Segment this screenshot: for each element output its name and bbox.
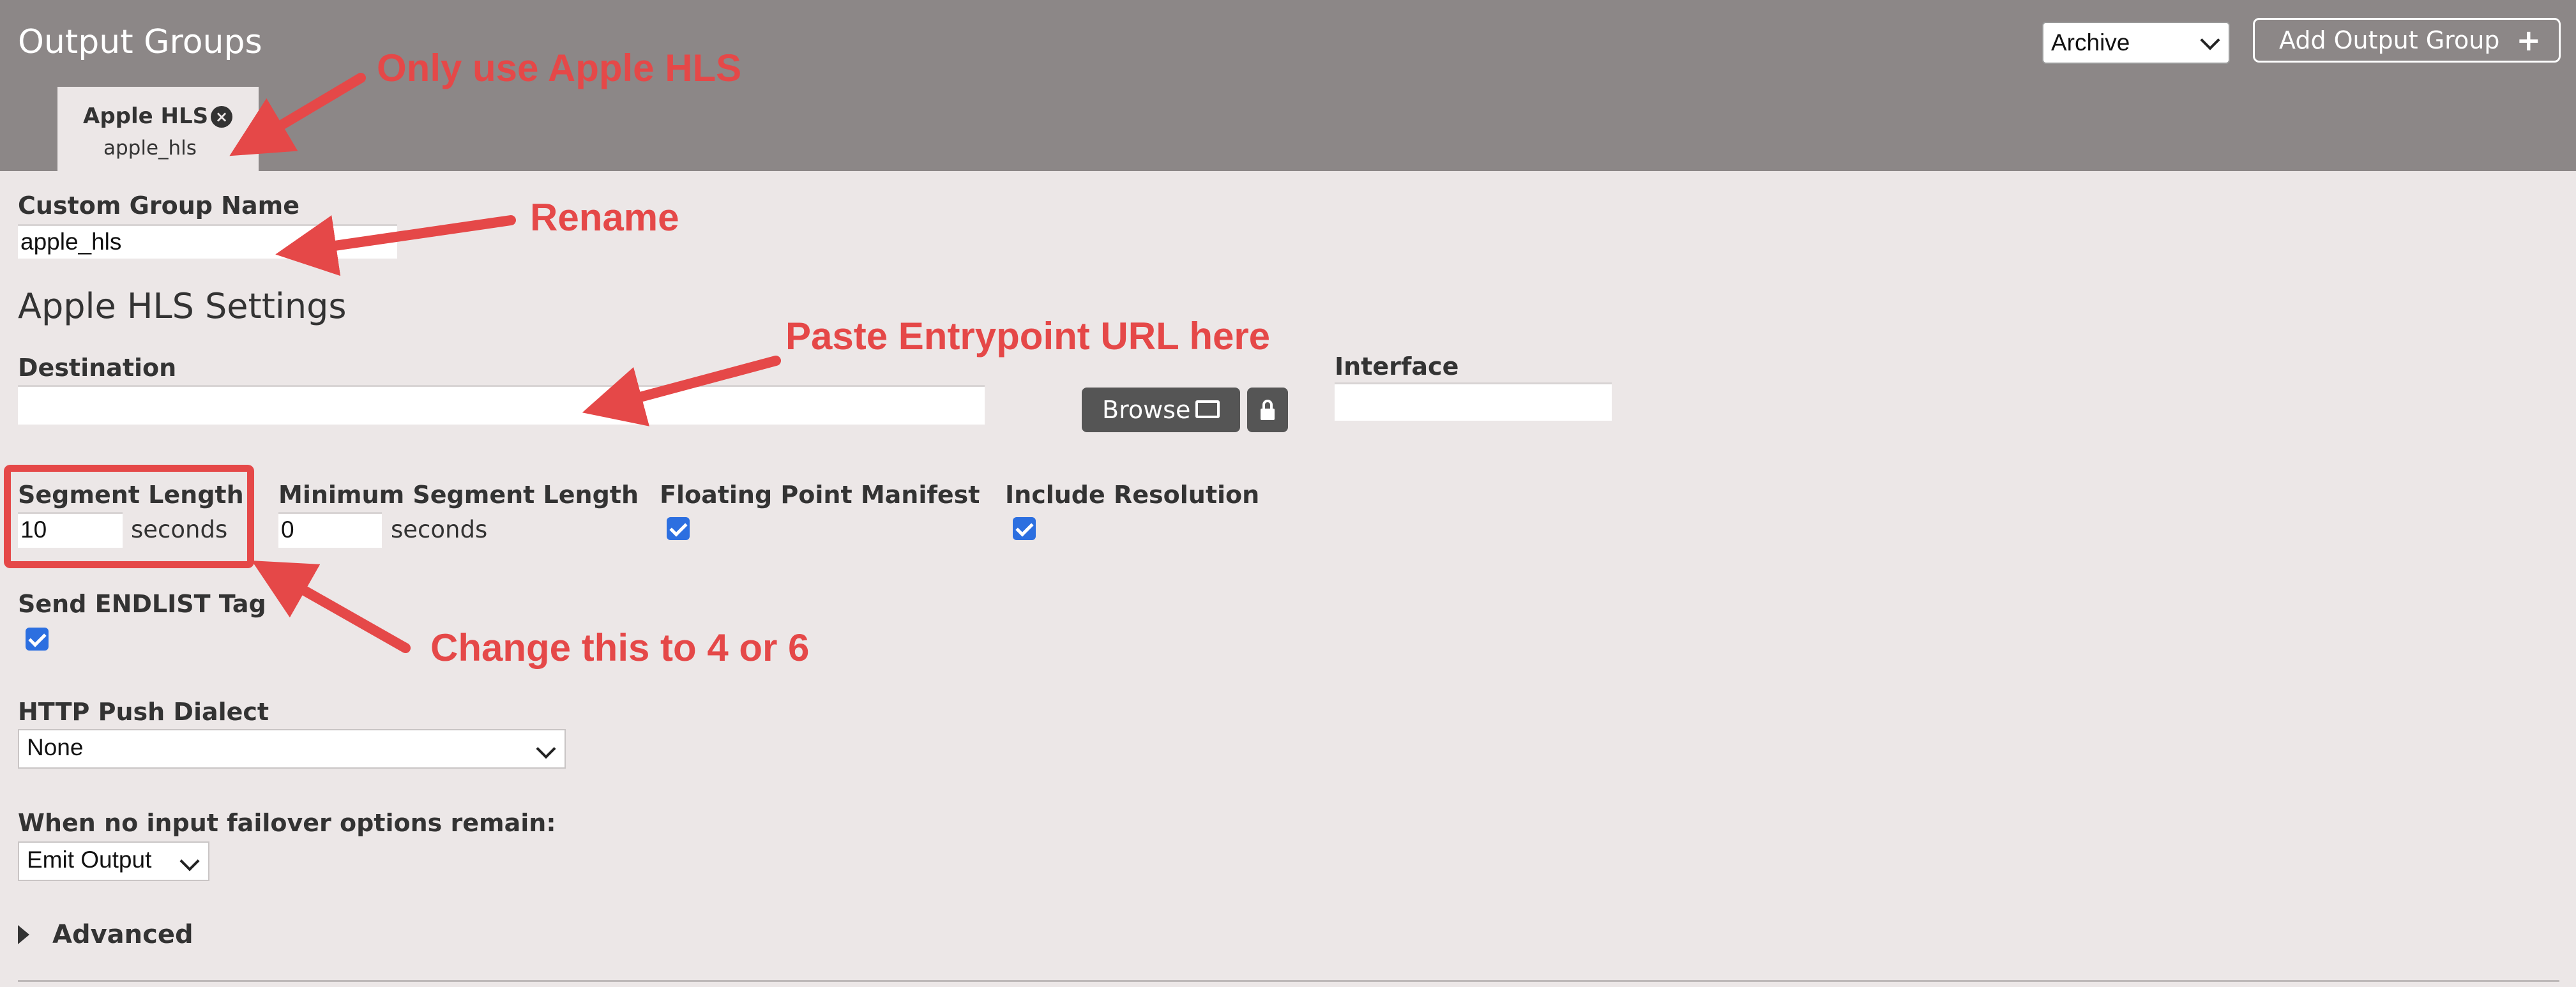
archive-select[interactable]: Archive — [2042, 22, 2230, 64]
http-push-dialect-label: HTTP Push Dialect — [18, 698, 269, 726]
custom-group-name-label: Custom Group Name — [18, 192, 299, 220]
min-segment-length-input[interactable]: 0 — [278, 512, 382, 548]
min-segment-length-label: Minimum Segment Length — [278, 481, 639, 509]
annotation-arrow-change — [252, 561, 411, 653]
page-title: Output Groups — [18, 23, 262, 61]
send-endlist-checkbox[interactable] — [26, 628, 49, 651]
http-push-dialect-value: None — [27, 734, 84, 760]
advanced-toggle[interactable]: Advanced — [52, 920, 193, 949]
annotation-rename: Rename — [530, 196, 679, 239]
custom-group-name-input[interactable]: apple_hls — [18, 224, 397, 259]
plus-icon: + — [2516, 23, 2541, 57]
caret-right-icon[interactable] — [18, 925, 29, 944]
annotation-change: Change this to 4 or 6 — [430, 626, 810, 669]
apple-hls-settings-title: Apple HLS Settings — [18, 286, 347, 326]
include-resolution-label: Include Resolution — [1005, 481, 1260, 509]
browse-button[interactable]: Browse — [1082, 388, 1240, 432]
browse-label: Browse — [1102, 396, 1191, 424]
annotation-paste: Paste Entrypoint URL here — [785, 315, 1271, 358]
tab-apple-hls[interactable]: Apple HLS × apple_hls — [57, 87, 259, 171]
include-resolution-checkbox[interactable] — [1013, 517, 1036, 540]
tab-title: Apple HLS — [83, 103, 209, 129]
destination-input[interactable] — [18, 385, 985, 425]
add-output-group-button[interactable]: Add Output Group + — [2253, 18, 2561, 63]
tab-subtitle: apple_hls — [103, 137, 197, 160]
archive-select-value: Archive — [2051, 29, 2130, 56]
lock-button[interactable] — [1247, 388, 1288, 432]
failover-label: When no input failover options remain: — [18, 809, 556, 837]
interface-input[interactable] — [1335, 382, 1612, 421]
destination-label: Destination — [18, 354, 177, 382]
chevron-down-icon — [536, 739, 556, 759]
close-icon[interactable]: × — [211, 106, 232, 128]
folder-open-icon — [1195, 400, 1220, 418]
failover-select[interactable]: Emit Output — [18, 841, 209, 881]
failover-value: Emit Output — [27, 847, 152, 873]
divider — [18, 980, 2559, 982]
min-segment-length-unit: seconds — [391, 516, 488, 543]
floating-point-manifest-checkbox[interactable] — [667, 517, 690, 540]
add-output-group-label: Add Output Group — [2279, 26, 2500, 54]
annotation-only-use: Only use Apple HLS — [377, 47, 742, 89]
send-endlist-label: Send ENDLIST Tag — [18, 590, 266, 618]
floating-point-manifest-label: Floating Point Manifest — [660, 481, 980, 509]
interface-label: Interface — [1335, 352, 1459, 380]
highlight-box — [4, 465, 254, 568]
chevron-down-icon — [2200, 30, 2220, 50]
chevron-down-icon — [179, 851, 200, 871]
http-push-dialect-select[interactable]: None — [18, 729, 566, 769]
